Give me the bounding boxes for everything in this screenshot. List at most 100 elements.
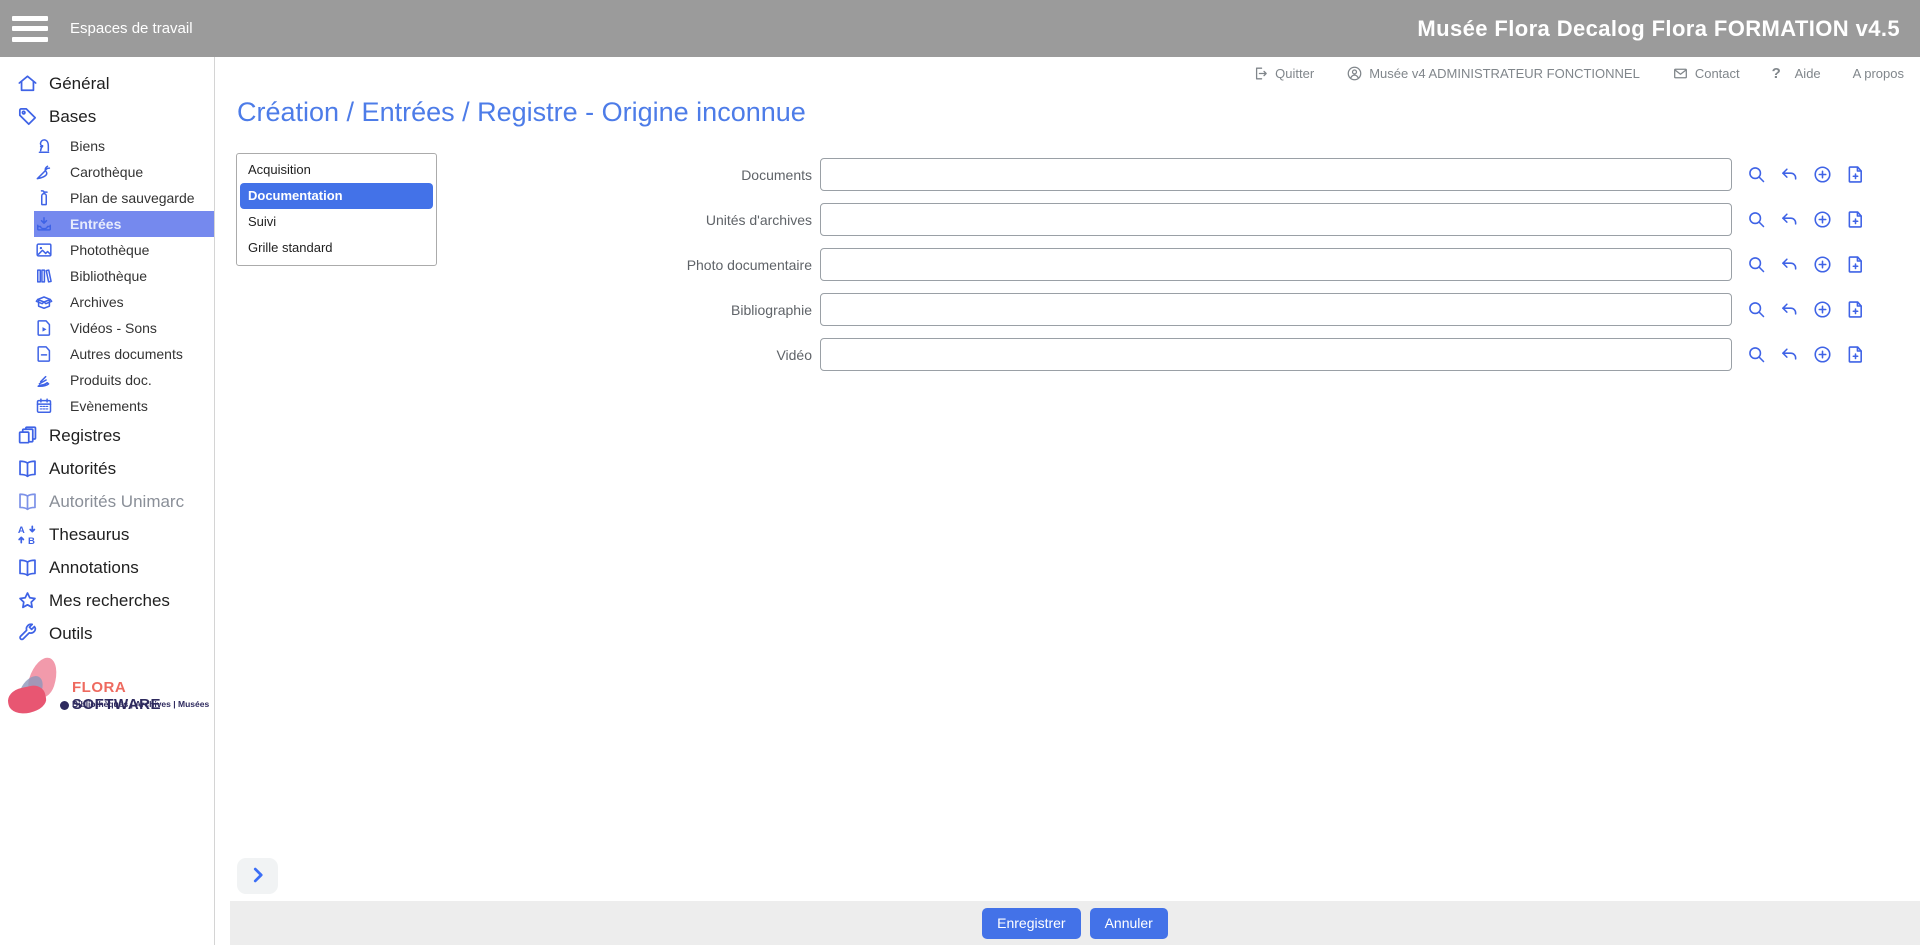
form-row-video: Vidéo xyxy=(0,338,1920,371)
sidebar-item-evenements[interactable]: Evènements xyxy=(34,393,214,419)
home-icon xyxy=(16,72,39,95)
bibliographie-input[interactable] xyxy=(820,293,1732,326)
field-actions xyxy=(1746,164,1866,185)
undo-icon[interactable] xyxy=(1779,254,1800,275)
form-row-unites-d-archives: Unités d'archives xyxy=(0,203,1920,236)
search-icon[interactable] xyxy=(1746,344,1767,365)
header-link-contact[interactable]: Contact xyxy=(1672,65,1740,82)
sidebar-item-label: Evènements xyxy=(70,398,148,414)
exit-icon xyxy=(1252,65,1269,82)
sidebar-item-label: Bases xyxy=(49,107,96,127)
search-icon[interactable] xyxy=(1746,164,1767,185)
sidebar-item-annotations[interactable]: Annotations xyxy=(0,551,214,584)
copies-icon xyxy=(16,424,39,447)
header-link-a-propos[interactable]: A propos xyxy=(1853,66,1904,81)
add-circle-icon[interactable] xyxy=(1812,299,1833,320)
undo-icon[interactable] xyxy=(1779,209,1800,230)
question-icon: ? xyxy=(1772,65,1789,82)
sidebar-item-label: Autorités xyxy=(49,459,116,479)
flora-software-logo: FLORA SOFTWARE Bibliothèques | Archives … xyxy=(8,657,213,727)
chevron-right-icon xyxy=(247,864,269,889)
sidebar-item-label: Mes recherches xyxy=(49,591,170,611)
field-label: Documents xyxy=(0,167,820,183)
sidebar-item-bases[interactable]: Bases xyxy=(0,100,214,133)
sidebar-item-label: Général xyxy=(49,74,109,94)
add-file-icon[interactable] xyxy=(1845,164,1866,185)
header-link-label: Musée v4 ADMINISTRATEUR FONCTIONNEL xyxy=(1369,66,1640,81)
add-file-icon[interactable] xyxy=(1845,299,1866,320)
form-row-photo-documentaire: Photo documentaire xyxy=(0,248,1920,281)
sidebar-item-label: Annotations xyxy=(49,558,139,578)
unites-d-archives-input[interactable] xyxy=(820,203,1732,236)
sidebar-item-thesaurus[interactable]: AB Thesaurus xyxy=(0,518,214,551)
header-link-label: Aide xyxy=(1795,66,1821,81)
logo-brand-primary: FLORA xyxy=(72,679,126,696)
form-row-bibliographie: Bibliographie xyxy=(0,293,1920,326)
add-circle-icon[interactable] xyxy=(1812,344,1833,365)
field-label: Unités d'archives xyxy=(0,212,820,228)
search-icon[interactable] xyxy=(1746,299,1767,320)
hamburger-menu-icon[interactable] xyxy=(12,16,48,42)
footer-action-bar: Enregistrer Annuler xyxy=(230,901,1920,945)
field-actions xyxy=(1746,209,1866,230)
workspaces-label[interactable]: Espaces de travail xyxy=(70,20,193,37)
logo-dot xyxy=(60,701,69,710)
tag-icon xyxy=(16,105,39,128)
header-link-label: A propos xyxy=(1853,66,1904,81)
user-icon xyxy=(1346,65,1363,82)
logo-petal xyxy=(6,683,49,716)
sidebar-item-registres[interactable]: Registres xyxy=(0,419,214,452)
header-link-aide[interactable]: ? Aide xyxy=(1772,65,1821,82)
svg-text:A: A xyxy=(18,525,25,536)
next-page-button[interactable] xyxy=(237,858,278,894)
undo-icon[interactable] xyxy=(1779,299,1800,320)
wrench-icon xyxy=(16,622,39,645)
field-actions xyxy=(1746,254,1866,275)
sidebar-item-mes-recherches[interactable]: Mes recherches xyxy=(0,584,214,617)
form-row-documents: Documents xyxy=(0,158,1920,191)
sidebar-item-label: Thesaurus xyxy=(49,525,129,545)
app-window: Espaces de travail Musée Flora Decalog F… xyxy=(0,0,1920,945)
search-icon[interactable] xyxy=(1746,209,1767,230)
search-icon[interactable] xyxy=(1746,254,1767,275)
sidebar-item-general[interactable]: Général xyxy=(0,67,214,100)
cancel-button[interactable]: Annuler xyxy=(1090,908,1168,939)
svg-text:B: B xyxy=(28,536,35,546)
entry-form: Documents Unités d'archives Photo document… xyxy=(0,158,1920,383)
open-book-icon xyxy=(16,490,39,513)
add-file-icon[interactable] xyxy=(1845,254,1866,275)
documents-input[interactable] xyxy=(820,158,1732,191)
page-title: Création / Entrées / Registre - Origine … xyxy=(237,97,806,128)
add-circle-icon[interactable] xyxy=(1812,209,1833,230)
open-book-icon xyxy=(16,457,39,480)
undo-icon[interactable] xyxy=(1779,164,1800,185)
star-icon xyxy=(16,589,39,612)
sidebar-item-autorites[interactable]: Autorités xyxy=(0,452,214,485)
field-actions xyxy=(1746,299,1866,320)
undo-icon[interactable] xyxy=(1779,344,1800,365)
field-label: Bibliographie xyxy=(0,302,820,318)
save-button[interactable]: Enregistrer xyxy=(982,908,1080,939)
photo-documentaire-input[interactable] xyxy=(820,248,1732,281)
calendar-icon xyxy=(34,396,54,416)
sidebar-item-outils[interactable]: Outils xyxy=(0,617,214,650)
add-file-icon[interactable] xyxy=(1845,209,1866,230)
video-input[interactable] xyxy=(820,338,1732,371)
sidebar-item-label: Outils xyxy=(49,624,92,644)
sidebar-item-biens[interactable]: Biens xyxy=(34,133,214,159)
knight-icon xyxy=(34,136,54,156)
header-link-musee-v4-administrateur-fonctionnel[interactable]: Musée v4 ADMINISTRATEUR FONCTIONNEL xyxy=(1346,65,1640,82)
sort-alpha-icon: AB xyxy=(16,523,39,546)
add-file-icon[interactable] xyxy=(1845,344,1866,365)
app-title: Musée Flora Decalog Flora FORMATION v4.5 xyxy=(1417,0,1900,57)
sidebar-item-autorites-unimarc[interactable]: Autorités Unimarc xyxy=(0,485,214,518)
header-link-quitter[interactable]: Quitter xyxy=(1252,65,1314,82)
header-links: Quitter Musée v4 ADMINISTRATEUR FONCTIONN… xyxy=(215,57,1920,89)
topbar: Espaces de travail Musée Flora Decalog F… xyxy=(0,0,1920,57)
add-circle-icon[interactable] xyxy=(1812,254,1833,275)
add-circle-icon[interactable] xyxy=(1812,164,1833,185)
field-label: Vidéo xyxy=(0,347,820,363)
header-link-label: Quitter xyxy=(1275,66,1314,81)
field-label: Photo documentaire xyxy=(0,257,820,273)
field-actions xyxy=(1746,344,1866,365)
